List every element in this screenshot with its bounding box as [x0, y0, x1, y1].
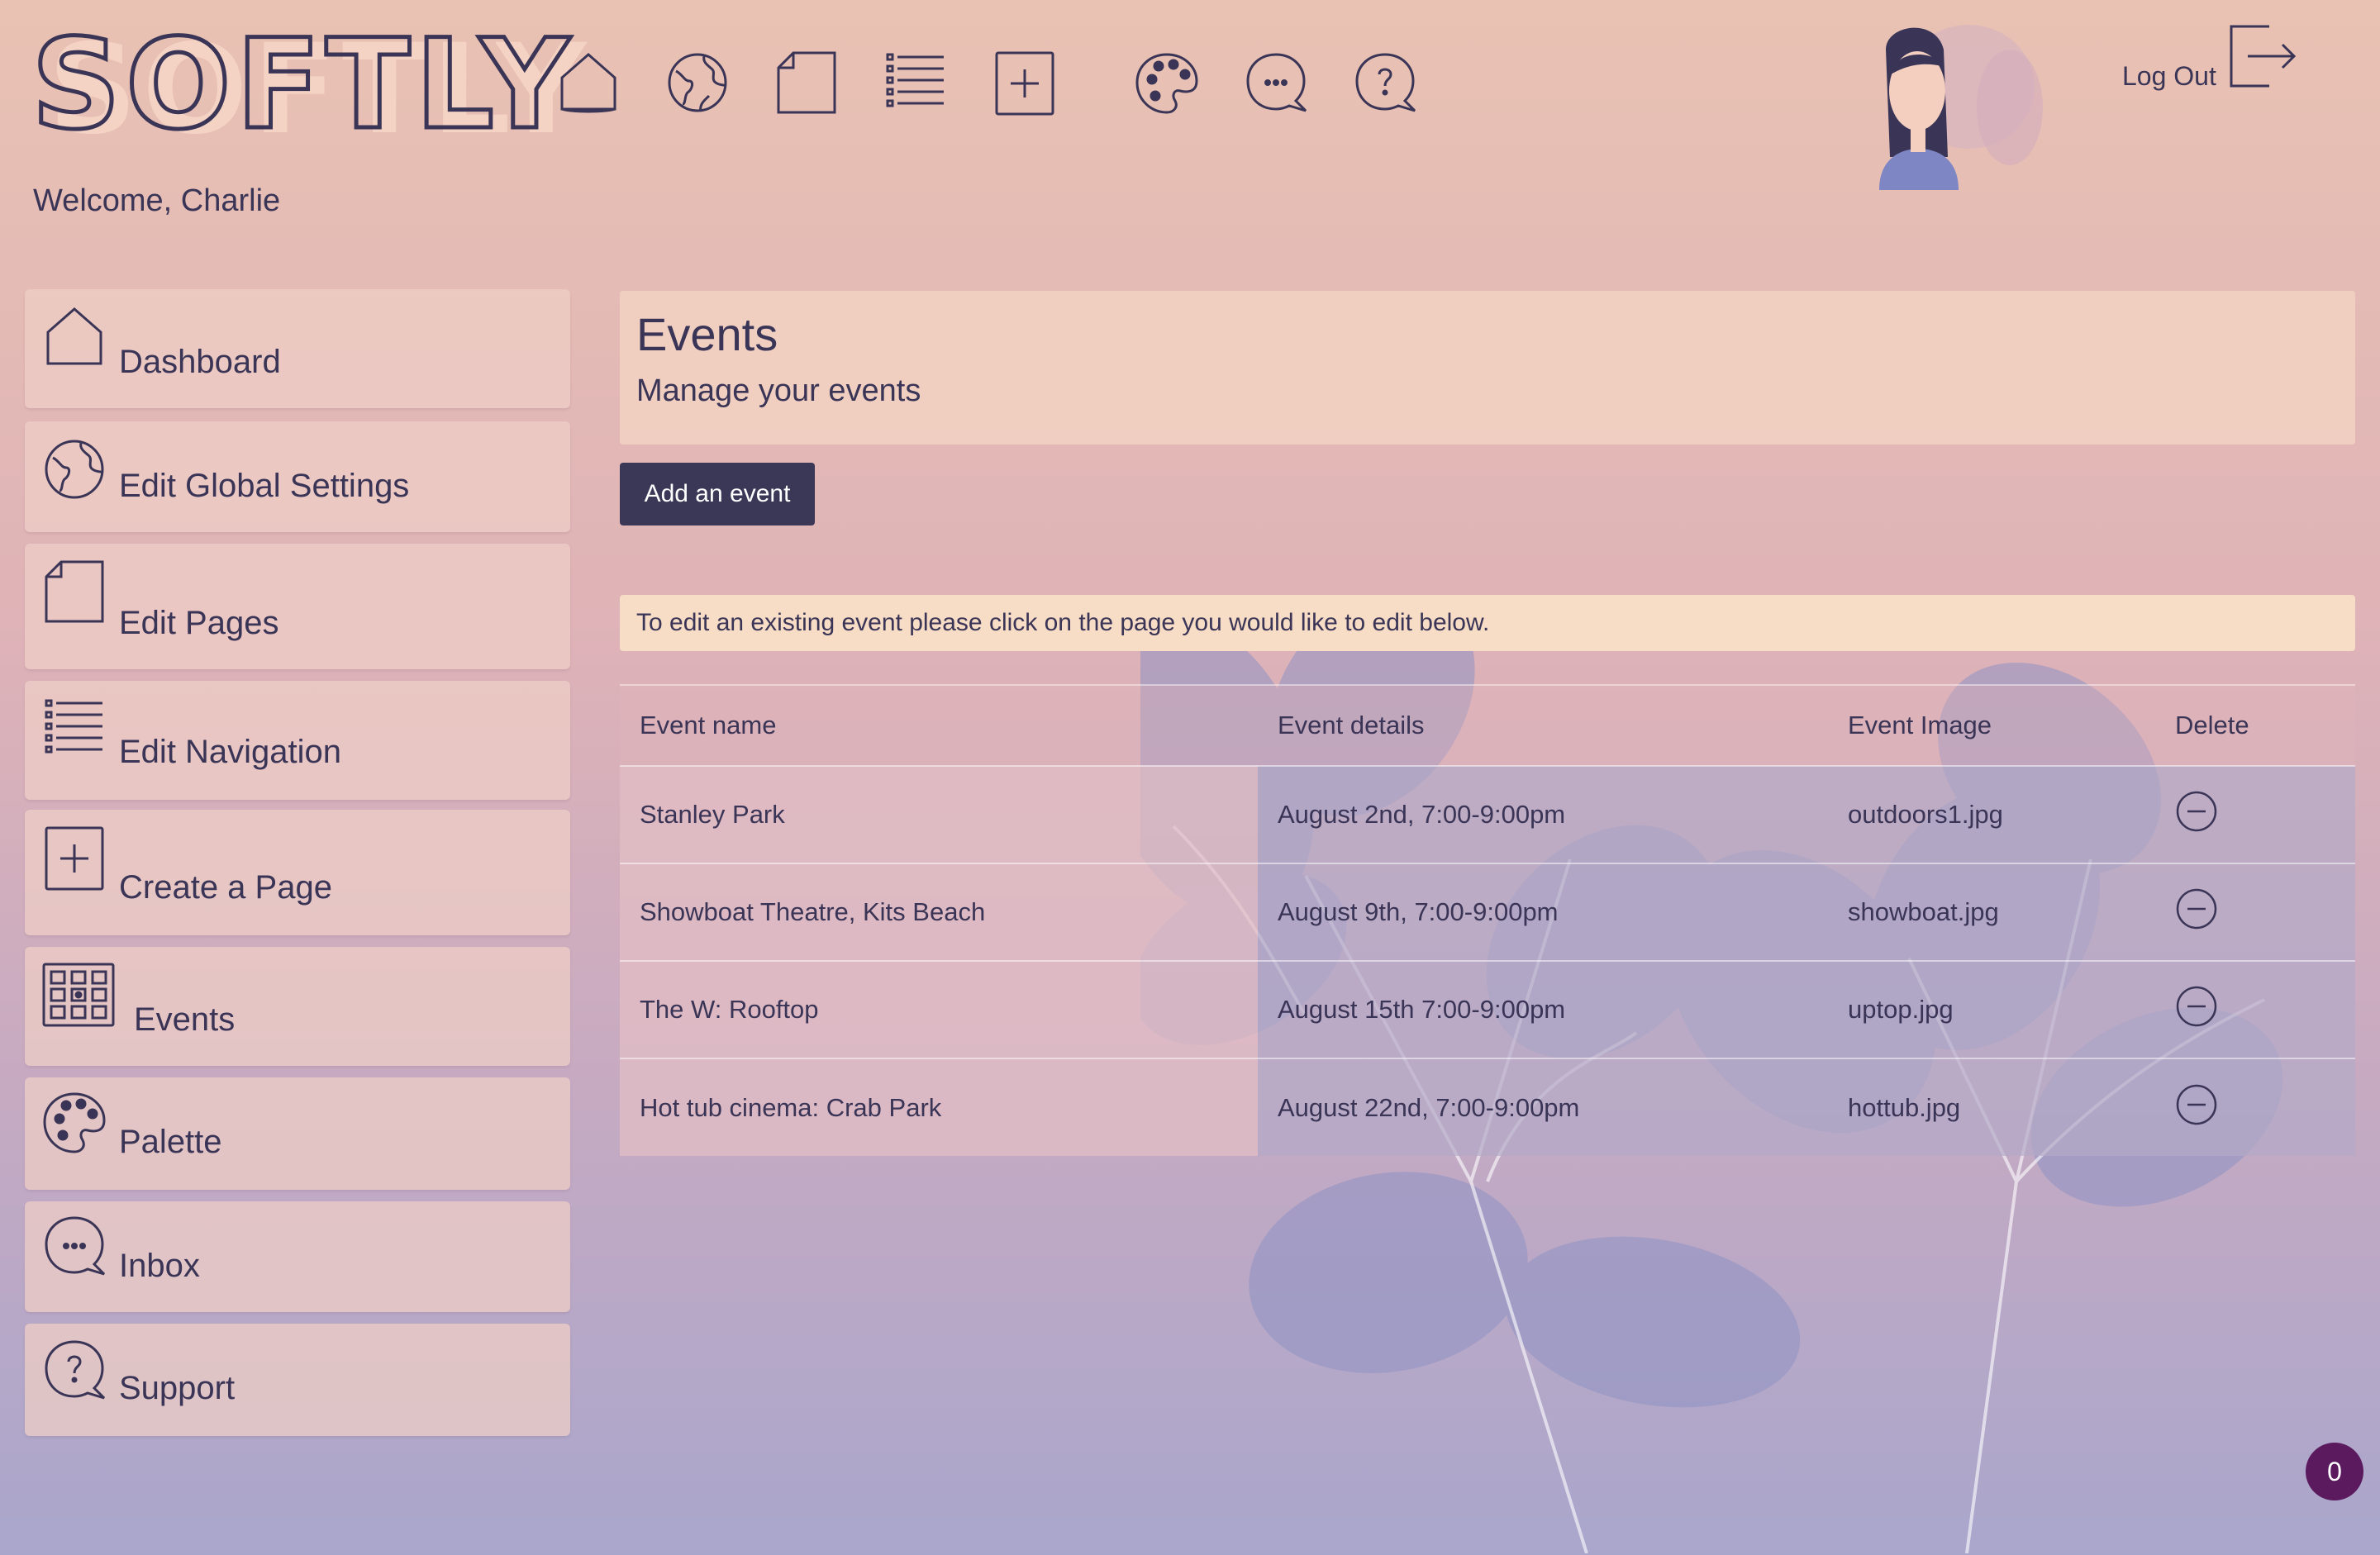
- delete-minus-icon[interactable]: [2175, 985, 2218, 1028]
- table-header-row: Event name Event details Event Image Del…: [620, 685, 2355, 766]
- palette-icon[interactable]: [1134, 50, 1200, 116]
- welcome-message: Welcome, Charlie: [33, 183, 281, 218]
- delete-minus-icon[interactable]: [2175, 887, 2218, 930]
- page-title: Events: [636, 308, 778, 360]
- delete-minus-icon[interactable]: [2175, 1083, 2218, 1126]
- table-row[interactable]: Hot tub cinema: Crab Park August 22nd, 7…: [620, 1058, 2355, 1156]
- event-image-cell[interactable]: uptop.jpg: [1828, 961, 2155, 1058]
- palette-icon: [41, 1089, 107, 1155]
- sidebar-item-label: Events: [134, 1001, 236, 1038]
- home-icon: [41, 304, 107, 370]
- user-avatar[interactable]: [1844, 17, 2051, 190]
- globe-icon: [41, 436, 107, 502]
- sidebar-item-dashboard[interactable]: Dashboard: [25, 289, 570, 408]
- sidebar-item-edit-pages[interactable]: Edit Pages: [25, 544, 570, 669]
- event-details-cell[interactable]: August 2nd, 7:00-9:00pm: [1258, 766, 1828, 863]
- sidebar-item-support[interactable]: Support: [25, 1324, 570, 1436]
- page-icon[interactable]: [774, 50, 840, 116]
- chat-icon: [41, 1213, 107, 1279]
- list-icon[interactable]: [883, 50, 949, 116]
- add-event-button[interactable]: Add an event: [620, 463, 815, 525]
- table-row[interactable]: The W: Rooftop August 15th 7:00-9:00pm u…: [620, 961, 2355, 1058]
- sidebar-item-label: Create a Page: [119, 869, 332, 906]
- column-header-delete: Delete: [2175, 711, 2249, 739]
- sidebar-item-label: Inbox: [119, 1248, 200, 1284]
- sidebar-item-edit-navigation[interactable]: Edit Navigation: [25, 681, 570, 800]
- sidebar-item-label: Edit Pages: [119, 605, 279, 641]
- sidebar-item-palette[interactable]: Palette: [25, 1077, 570, 1190]
- event-name-cell[interactable]: The W: Rooftop: [620, 961, 1258, 1058]
- page-icon: [41, 559, 107, 625]
- sidebar-item-label: Support: [119, 1370, 236, 1406]
- delete-minus-icon[interactable]: [2175, 790, 2218, 833]
- sidebar-item-create-page[interactable]: Create a Page: [25, 810, 570, 935]
- delete-cell: [2155, 961, 2355, 1058]
- logout-link[interactable]: Log Out: [2122, 61, 2216, 92]
- list-icon: [41, 696, 107, 762]
- event-details-cell[interactable]: August 15th 7:00-9:00pm: [1258, 961, 1828, 1058]
- sidebar-item-inbox[interactable]: Inbox: [25, 1201, 570, 1312]
- event-name-cell[interactable]: Stanley Park: [620, 766, 1258, 863]
- page-subtitle: Manage your events: [636, 373, 921, 408]
- table-row[interactable]: Stanley Park August 2nd, 7:00-9:00pm out…: [620, 766, 2355, 863]
- sidebar-item-events[interactable]: Events: [25, 947, 570, 1066]
- help-icon: [41, 1337, 107, 1403]
- delete-cell: [2155, 1058, 2355, 1156]
- plus-box-icon[interactable]: [992, 50, 1058, 116]
- delete-cell: [2155, 863, 2355, 961]
- column-header-event-image: Event Image: [1848, 711, 1992, 739]
- event-details-cell[interactable]: August 9th, 7:00-9:00pm: [1258, 863, 1828, 961]
- sidebar-item-global-settings[interactable]: Edit Global Settings: [25, 421, 570, 532]
- event-image-cell[interactable]: outdoors1.jpg: [1828, 766, 2155, 863]
- column-header-event-details: Event details: [1278, 711, 1425, 739]
- plus-box-icon: [41, 825, 107, 891]
- chat-icon[interactable]: [1243, 50, 1309, 116]
- event-name-cell[interactable]: Showboat Theatre, Kits Beach: [620, 863, 1258, 961]
- sidebar-item-label: Edit Global Settings: [119, 468, 410, 504]
- page-header-panel: [620, 291, 2355, 445]
- softly-logo[interactable]: SOFTLY: [29, 21, 574, 150]
- event-image-cell[interactable]: showboat.jpg: [1828, 863, 2155, 961]
- event-name-cell[interactable]: Hot tub cinema: Crab Park: [620, 1058, 1258, 1156]
- logout-icon[interactable]: [2225, 18, 2299, 93]
- calendar-grid-icon: [41, 962, 116, 1028]
- table-row[interactable]: Showboat Theatre, Kits Beach August 9th,…: [620, 863, 2355, 961]
- sidebar-item-label: Dashboard: [119, 344, 281, 380]
- delete-cell: [2155, 766, 2355, 863]
- notification-badge[interactable]: 0: [2306, 1443, 2363, 1500]
- home-icon[interactable]: [555, 50, 621, 116]
- events-table: Event name Event details Event Image Del…: [620, 684, 2355, 1156]
- event-image-cell[interactable]: hottub.jpg: [1828, 1058, 2155, 1156]
- sidebar-item-label: Edit Navigation: [119, 734, 342, 770]
- column-header-event-name: Event name: [640, 711, 777, 739]
- info-message: To edit an existing event please click o…: [620, 595, 2355, 651]
- sidebar-item-label: Palette: [119, 1124, 222, 1160]
- globe-icon[interactable]: [664, 50, 731, 116]
- help-icon[interactable]: [1352, 50, 1418, 116]
- event-details-cell[interactable]: August 22nd, 7:00-9:00pm: [1258, 1058, 1828, 1156]
